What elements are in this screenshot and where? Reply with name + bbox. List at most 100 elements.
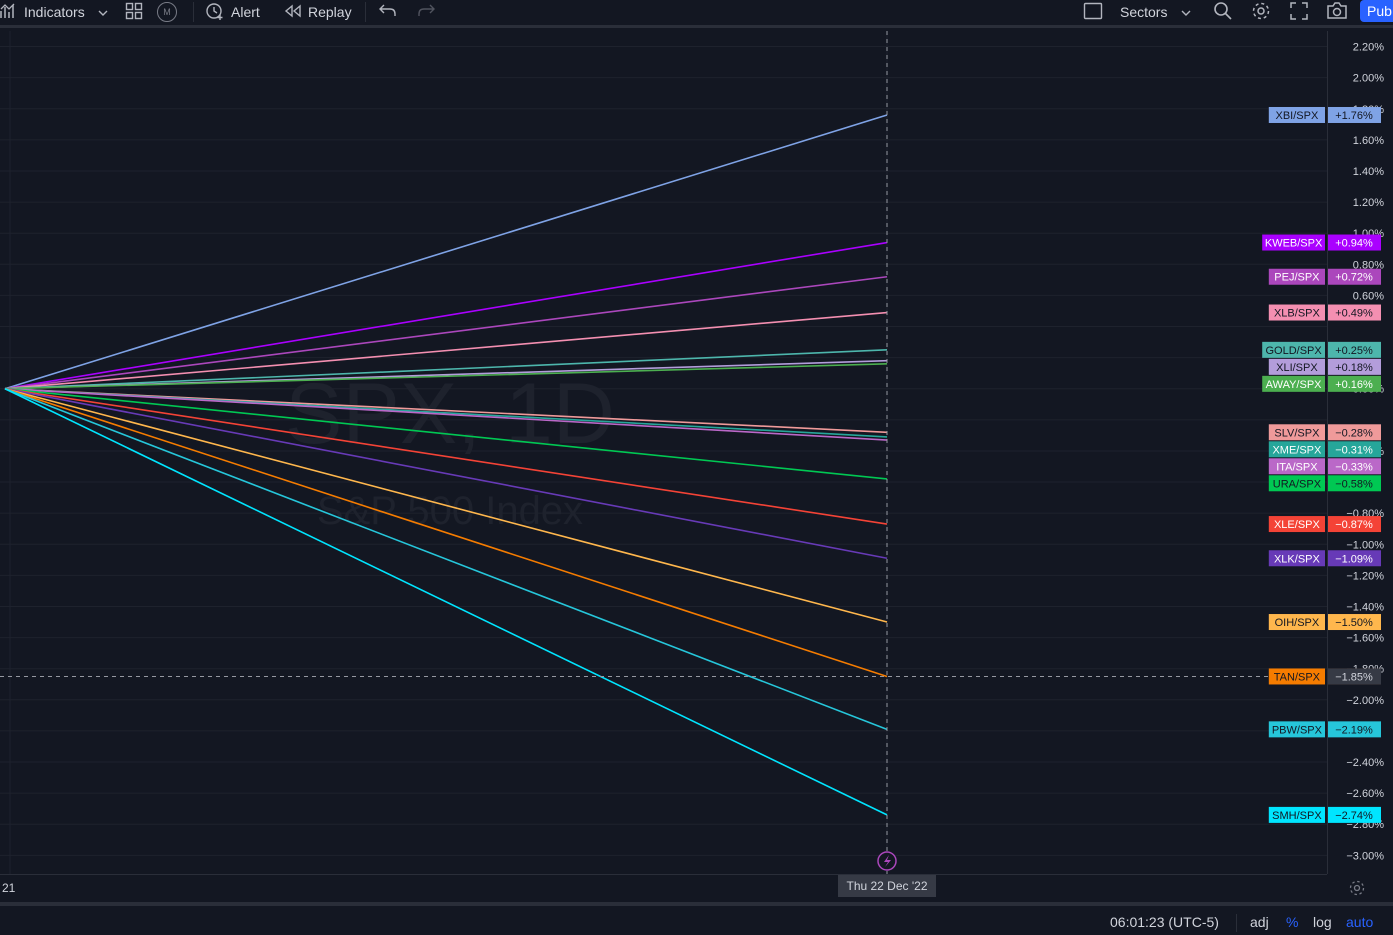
series-name-tag: XLI/SPX	[1276, 362, 1318, 374]
price-tick-label: −1.60%	[1346, 633, 1384, 645]
time-axis[interactable]: 21 Thu 22 Dec '22	[0, 874, 1365, 903]
series-value-label: −2.19%	[1335, 724, 1373, 736]
alarm-clock-icon	[205, 1, 225, 24]
indicators-button[interactable]: Indicators	[0, 0, 85, 24]
series-name-tag: ITA/SPX	[1276, 461, 1318, 473]
series-name-tag: AWAY/SPX	[1266, 379, 1322, 391]
series-name-tag: XLK/SPX	[1274, 553, 1321, 565]
series-value-label: +0.25%	[1335, 345, 1373, 357]
replay-label: Replay	[308, 4, 352, 20]
clock-readout[interactable]: 06:01:23 (UTC-5)	[1110, 914, 1219, 930]
indicators-icon	[0, 3, 18, 22]
gear-icon	[1251, 1, 1271, 24]
series-value-label: −0.28%	[1335, 427, 1373, 439]
alert-button[interactable]: Alert	[205, 0, 260, 24]
price-tick-label: 1.20%	[1353, 197, 1384, 209]
chevron-down-icon	[1181, 5, 1191, 20]
undo-button[interactable]	[379, 0, 397, 24]
m-badge: M	[157, 2, 177, 22]
series-name-tags: XBI/SPX KWEB/SPX PEJ/SPX XLB/SPX GOLD/SPX XLI…	[1262, 106, 1325, 823]
price-tick-label: −2.60%	[1346, 788, 1384, 800]
series-value-labels: +1.76% +0.94% +0.72% +0.49% +0.25% +0.18% +0.1…	[1328, 106, 1381, 823]
snapshot-button[interactable]	[1326, 0, 1348, 24]
price-tick-label: −1.40%	[1346, 601, 1384, 613]
series-value-label: −1.50%	[1335, 617, 1373, 629]
search-button[interactable]	[1213, 0, 1233, 24]
bottom-bar: 06:01:23 (UTC-5) adj % log auto	[0, 902, 1393, 935]
redo-icon	[417, 4, 435, 21]
price-tick-label: 2.00%	[1353, 73, 1384, 85]
series-value-label: −2.74%	[1335, 810, 1373, 822]
price-tick-label: 1.40%	[1353, 166, 1384, 178]
replay-button[interactable]: Replay	[284, 0, 352, 24]
price-tick-label: −1.00%	[1346, 539, 1384, 551]
price-axis-svg: 2.20%2.00%1.80%1.60%1.40%1.20%1.00%0.80%…	[1328, 42, 1384, 862]
series-name-tag: GOLD/SPX	[1265, 345, 1322, 357]
toolbar-divider	[193, 2, 194, 22]
camera-icon	[1326, 1, 1348, 23]
fullscreen-button[interactable]	[1290, 0, 1308, 24]
series-value-label: +0.16%	[1335, 379, 1373, 391]
price-tick-label: −2.40%	[1346, 757, 1384, 769]
square-icon	[1083, 2, 1103, 23]
adj-toggle[interactable]: adj	[1250, 914, 1269, 930]
series-value-label: +0.18%	[1335, 362, 1373, 374]
price-tick-label: 0.60%	[1353, 290, 1384, 302]
series-line[interactable]	[4, 114, 888, 390]
series-value-label: +0.72%	[1335, 272, 1373, 284]
auto-toggle[interactable]: auto	[1346, 914, 1373, 930]
series-name-tag: URA/SPX	[1273, 478, 1322, 490]
series-name-tag: XME/SPX	[1272, 444, 1322, 456]
bottom-divider	[1236, 914, 1237, 932]
crosshair-date-label: Thu 22 Dec '22	[838, 875, 936, 897]
crosshair-price-label: −1.85%	[1335, 671, 1373, 683]
series-name-tag: XBI/SPX	[1276, 110, 1319, 122]
series-name-tag: KWEB/SPX	[1265, 238, 1323, 250]
price-tick-label: −3.00%	[1346, 850, 1384, 862]
percent-toggle[interactable]: %	[1286, 914, 1298, 930]
publish-button[interactable]: Pub	[1360, 0, 1393, 22]
price-tick-label: 1.60%	[1353, 135, 1384, 147]
axis-settings-icon[interactable]	[1348, 879, 1366, 902]
series-name-tag: SLV/SPX	[1274, 427, 1320, 439]
series-name-tag: OIH/SPX	[1275, 617, 1320, 629]
log-toggle[interactable]: log	[1313, 914, 1332, 930]
redo-button[interactable]	[417, 0, 435, 24]
series-value-label: −1.09%	[1335, 553, 1373, 565]
rewind-icon	[284, 4, 302, 21]
price-axis[interactable]: 2.20%2.00%1.80%1.60%1.40%1.20%1.00%0.80%…	[1327, 31, 1393, 874]
indicators-dropdown[interactable]	[98, 0, 108, 24]
series-name-tag: TAN/SPX	[1274, 671, 1321, 683]
series-name-tag: PBW/SPX	[1272, 724, 1323, 736]
price-tick-label: 2.20%	[1353, 42, 1384, 54]
undo-icon	[379, 4, 397, 21]
top-toolbar: Indicators M Alert Replay Sectors Pub	[0, 0, 1393, 28]
layouts-button[interactable]	[125, 0, 143, 24]
m-badge-button[interactable]: M	[157, 0, 177, 24]
grid-layout-icon	[125, 2, 143, 23]
lightning-event-icon[interactable]	[877, 851, 897, 871]
time-axis-left-label: 21	[2, 881, 16, 895]
chart-svg: SPX, 1D S&P 500 Index XBI/SPXKWEB/SPXPEJ…	[0, 31, 1327, 874]
fullscreen-icon	[1290, 1, 1308, 23]
watermark-description: S&P 500 Index	[317, 489, 583, 533]
price-tick-label: −1.20%	[1346, 570, 1384, 582]
chart-pane[interactable]: SPX, 1D S&P 500 Index XBI/SPXKWEB/SPXPEJ…	[0, 31, 1327, 874]
chart-type-button[interactable]	[1083, 0, 1103, 24]
sectors-layout-button[interactable]: Sectors	[1120, 0, 1191, 24]
series-value-label: +0.94%	[1335, 238, 1373, 250]
sectors-label: Sectors	[1120, 4, 1168, 20]
chevron-down-icon	[98, 5, 108, 20]
series-name-tag: PEJ/SPX	[1274, 272, 1320, 284]
series-name-tag: SMH/SPX	[1272, 810, 1322, 822]
indicators-label: Indicators	[24, 4, 85, 20]
search-icon	[1213, 1, 1233, 24]
series-value-label: +0.49%	[1335, 308, 1373, 320]
series-name-tag: XLB/SPX	[1274, 308, 1321, 320]
settings-button[interactable]	[1251, 0, 1271, 24]
series-value-label: −0.31%	[1335, 444, 1373, 456]
series-value-label: −0.58%	[1335, 478, 1373, 490]
series-name-tag: XLE/SPX	[1274, 519, 1321, 531]
series-lines	[4, 114, 888, 816]
alert-label: Alert	[231, 4, 260, 20]
